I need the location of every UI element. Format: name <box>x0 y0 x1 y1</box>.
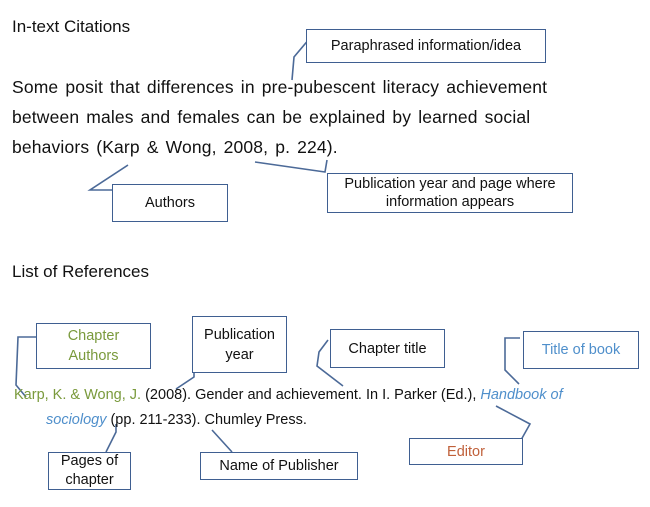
intext-line-3: behaviors (Karp & Wong, 2008, p. 224). <box>12 137 338 157</box>
intext-line-2: between males and females can be explain… <box>12 107 531 127</box>
callout-publisher-label: Name of Publisher <box>219 458 339 474</box>
ref-book-title-part1: Handbook of <box>480 387 563 403</box>
reference-entry-line-2: sociology (pp. 211-233). Chumley Press. <box>46 412 307 428</box>
leader-pubyear <box>254 159 328 173</box>
callout-name-of-publisher: Name of Publisher <box>200 452 358 480</box>
callout-pubyear-line1: Publication year and page where <box>344 176 556 192</box>
reference-entry-line-1: Karp, K. & Wong, J. (2008). Gender and a… <box>14 387 563 403</box>
callout-publication-year: Publication year <box>192 316 287 373</box>
leader-publisher <box>211 429 233 453</box>
callout-authors-label: Authors <box>145 195 195 211</box>
callout-chapter-authors: Chapter Authors <box>36 323 151 369</box>
leader-title-of-book <box>504 337 520 385</box>
leader-pages <box>105 424 117 453</box>
callout-title-of-book: Title of book <box>523 331 639 369</box>
references-heading: List of References <box>12 262 150 281</box>
callout-chapter-authors-line1: Chapter <box>67 328 120 344</box>
callout-chapter-title: Chapter title <box>330 329 445 368</box>
callout-authors: Authors <box>112 184 228 222</box>
leader-editor <box>495 405 532 441</box>
intext-line-1: Some posit that differences in pre-pubes… <box>12 77 548 97</box>
ref-pages-publisher: (pp. 211-233). Chumley Press. <box>106 412 307 428</box>
callout-pubyear-line2: information appears <box>385 194 515 210</box>
callout-chapter-authors-line2: Authors <box>68 348 119 364</box>
callout-title-of-book-label: Title of book <box>541 342 621 358</box>
callout-pages-of-chapter: Pages of chapter <box>48 452 131 490</box>
callout-chapter-title-label: Chapter title <box>348 340 427 357</box>
callout-editor: Editor <box>409 438 523 465</box>
callout-paraphrased-label: Paraphrased information/idea <box>330 38 522 54</box>
callout-publication-year-line1: Publication <box>204 326 275 343</box>
ref-year-chapter-editor: (2008). Gender and achievement. In I. Pa… <box>141 387 481 403</box>
callout-pages-line1: Pages of <box>60 453 119 469</box>
callout-editor-label: Editor <box>447 443 485 460</box>
callout-pages-line2: chapter <box>65 472 114 488</box>
callout-paraphrased: Paraphrased information/idea <box>306 29 546 63</box>
intext-heading: In-text Citations <box>12 17 131 36</box>
ref-authors: Karp, K. & Wong, J. <box>14 387 142 403</box>
ref-book-title-part2: sociology <box>46 412 107 428</box>
callout-publication-year-line2: year <box>225 346 254 363</box>
callout-pubyear-page: Publication year and page where informat… <box>327 173 573 213</box>
